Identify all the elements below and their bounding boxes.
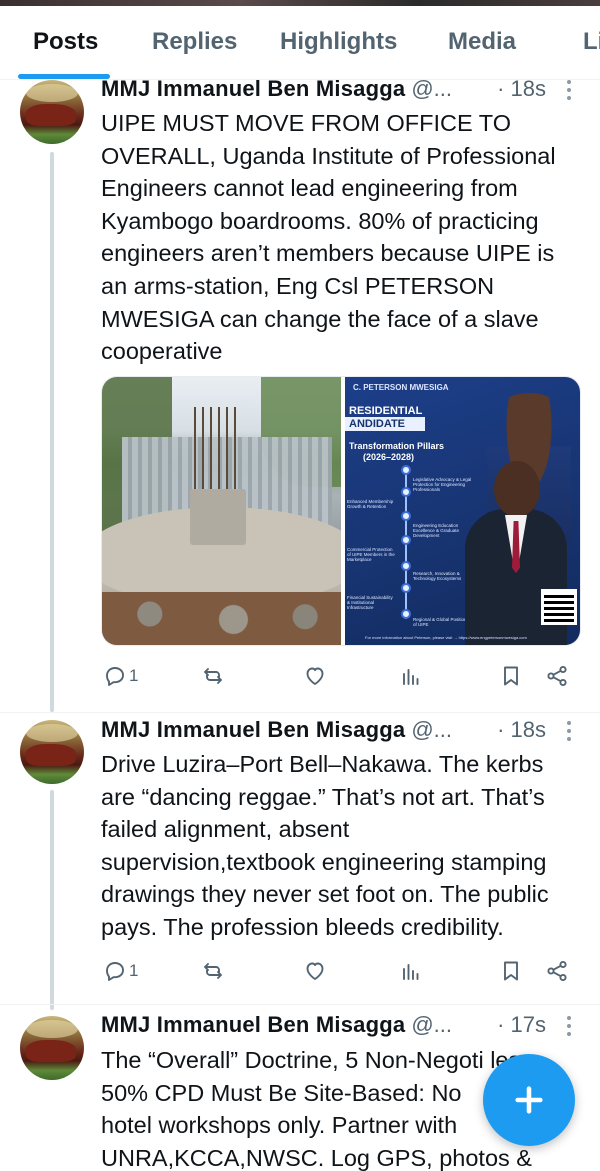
poster-title: RESIDENTIAL [349, 405, 423, 417]
share-icon [547, 960, 567, 982]
post-header: MMJ Immanuel Ben Misagga @... · 17s [101, 1012, 580, 1042]
compose-button[interactable] [483, 1054, 575, 1146]
post-time[interactable]: · 18s [497, 76, 546, 102]
campaign-poster[interactable]: C. PETERSON MWESIGA RESIDENTIAL ANDIDATE… [345, 377, 580, 645]
author-handle[interactable]: @... [411, 717, 452, 742]
like-button[interactable] [303, 661, 327, 691]
bookmark-button[interactable] [499, 661, 523, 691]
construction-photo[interactable] [102, 377, 341, 645]
like-button[interactable] [303, 956, 327, 986]
reply-count: 1 [129, 666, 139, 685]
views-button[interactable] [399, 661, 423, 691]
post-text: UIPE MUST MOVE FROM OFFICE TO OVERALL, U… [101, 110, 556, 365]
repost-icon [204, 963, 222, 979]
poster-item: Commercial Protection of UIPE Members in… [347, 547, 395, 562]
repost-button[interactable] [201, 956, 225, 986]
post-time[interactable]: · 18s [497, 717, 546, 743]
poster-item: Financial Sustainability & Institutional… [347, 595, 393, 610]
bookmark-icon [504, 666, 518, 686]
qr-code [541, 589, 577, 625]
avatar[interactable] [20, 720, 84, 784]
poster-footer: For more information about Peterson, ple… [365, 635, 527, 640]
views-icon [403, 964, 419, 980]
thread-line [50, 152, 54, 712]
profile-tabs: Posts Replies Highlights Media Li [0, 6, 600, 80]
post-actions: 1 [101, 956, 581, 986]
share-button[interactable] [545, 661, 569, 691]
tab-highlights[interactable]: Highlights [280, 28, 397, 56]
post-header: MMJ Immanuel Ben Misagga @... · 18s [101, 717, 580, 747]
author-name[interactable]: MMJ Immanuel Ben Misagga [101, 717, 405, 742]
bookmark-icon [504, 961, 518, 981]
share-button[interactable] [545, 956, 569, 986]
post-media[interactable]: C. PETERSON MWESIGA RESIDENTIAL ANDIDATE… [101, 376, 581, 646]
post-divider [0, 712, 600, 713]
poster-item: Enhanced Membership Growth & Retention [347, 499, 394, 509]
thread-line [50, 790, 54, 1010]
bookmark-button[interactable] [499, 956, 523, 986]
avatar[interactable] [20, 80, 84, 144]
author-name[interactable]: MMJ Immanuel Ben Misagga [101, 76, 405, 101]
more-icon[interactable] [566, 1016, 572, 1038]
post-header: MMJ Immanuel Ben Misagga @... · 18s [101, 76, 580, 106]
views-button[interactable] [399, 956, 423, 986]
repost-button[interactable] [201, 661, 225, 691]
reply-button[interactable]: 1 [103, 956, 138, 986]
author-handle[interactable]: @... [411, 76, 452, 101]
post-divider [0, 1004, 600, 1005]
active-tab-indicator [18, 74, 110, 79]
like-icon [306, 667, 324, 685]
tab-media[interactable]: Media [448, 28, 516, 56]
tab-replies[interactable]: Replies [152, 28, 237, 56]
compose-plus-icon [515, 1086, 543, 1114]
avatar[interactable] [20, 1016, 84, 1080]
reply-icon [106, 667, 124, 686]
author-handle[interactable]: @... [411, 1012, 452, 1037]
poster-banner: ANDIDATE [345, 417, 425, 431]
post-time[interactable]: · 17s [497, 1012, 546, 1038]
tab-posts[interactable]: Posts [33, 28, 98, 56]
reply-count: 1 [129, 961, 139, 980]
views-icon [403, 669, 419, 685]
post-actions: 1 [101, 661, 581, 691]
more-icon[interactable] [566, 721, 572, 743]
tab-likes[interactable]: Li [583, 28, 600, 56]
reply-icon [106, 962, 124, 981]
post-text: Drive Luzira–Port Bell–Nakawa. The kerbs… [101, 751, 549, 940]
share-icon [547, 665, 567, 687]
repost-icon [204, 668, 222, 684]
more-icon[interactable] [566, 80, 572, 102]
author-name[interactable]: MMJ Immanuel Ben Misagga [101, 1012, 405, 1037]
poster-name: C. PETERSON MWESIGA [353, 383, 449, 392]
like-icon [306, 962, 324, 980]
poster-pillars-title: Transformation Pillars (2026–2028) [349, 441, 445, 462]
reply-button[interactable]: 1 [103, 661, 138, 691]
